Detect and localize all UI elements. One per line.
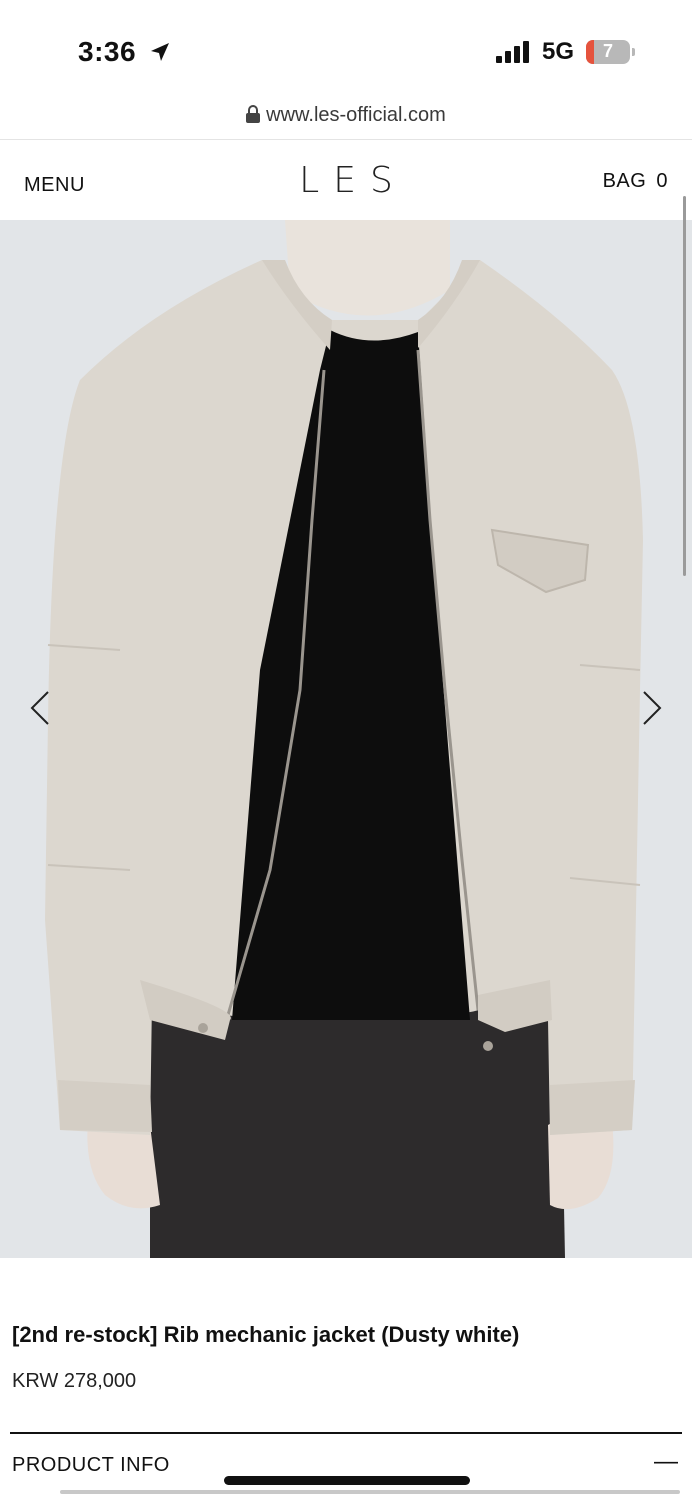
bag-count: 0 — [656, 170, 668, 192]
bag-label: BAG — [602, 170, 647, 192]
bag-button[interactable]: BAG 0 — [599, 170, 668, 193]
horizontal-scrollbar — [60, 1490, 680, 1494]
lock-icon — [246, 105, 261, 123]
status-time: 3:36 — [78, 36, 137, 67]
battery-percent: 7 — [602, 41, 613, 61]
battery-cap — [632, 48, 635, 56]
previous-image-arrow-icon[interactable] — [28, 688, 52, 728]
network-type: 5G — [542, 38, 575, 65]
collapse-toggle-icon[interactable]: — — [654, 1448, 678, 1476]
product-price: KRW 278,000 — [12, 1370, 137, 1392]
address-bar[interactable]: www.les-official.com — [0, 104, 692, 136]
vertical-scrollbar[interactable] — [683, 196, 686, 576]
url-text: www.les-official.com — [266, 104, 446, 126]
next-image-arrow-icon[interactable] — [640, 688, 664, 728]
signal-icon — [496, 41, 529, 63]
product-title: [2nd re-stock] Rib mechanic jacket (Dust… — [12, 1322, 520, 1347]
product-info-label: PRODUCT INFO — [12, 1454, 170, 1476]
site-header: MENU LES BAG 0 — [0, 140, 692, 220]
status-bar: 3:36 5G 7 — [0, 0, 692, 100]
jacket-photo — [0, 220, 692, 1258]
site-logo[interactable]: LES — [0, 160, 692, 201]
home-indicator[interactable] — [224, 1476, 470, 1485]
location-arrow-icon — [151, 43, 169, 61]
product-image[interactable] — [0, 220, 692, 1258]
battery-icon: 7 — [586, 40, 630, 64]
divider — [10, 1432, 682, 1434]
